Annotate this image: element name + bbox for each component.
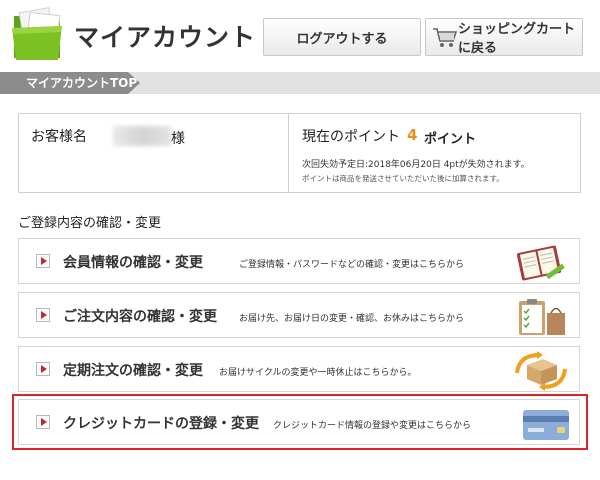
arrow-right-icon	[36, 308, 50, 322]
customer-name-redacted	[113, 126, 171, 146]
order-details-link[interactable]: ご注文内容の確認・変更 お届け先、お届け日の変更・確認、お休みはこちらから	[18, 292, 580, 338]
clipboard-bag-icon	[519, 299, 565, 335]
logout-label: ログアウトする	[296, 31, 388, 47]
member-info-link[interactable]: 会員情報の確認・変更 ご登録情報・パスワードなどの確認・変更はこちらから	[18, 238, 580, 284]
breadcrumb[interactable]: マイアカウントTOP	[0, 72, 140, 94]
account-summary: お客様名 様 現在のポイント 4 ポイント 次回失効予定日:2018年06月20…	[18, 113, 581, 193]
header: マイアカウント ログアウトする ショッピングカートに戻る	[0, 0, 600, 70]
points-unit: ポイント	[424, 132, 477, 147]
menu-item-description: ご登録情報・パスワードなどの確認・変更はこちらから	[239, 260, 465, 270]
points-value: 4	[407, 126, 418, 144]
back-to-cart-label: ショッピングカートに戻る	[458, 22, 576, 56]
arrow-right-icon	[36, 415, 50, 429]
box-cycle-icon	[515, 351, 567, 391]
credit-card-link[interactable]: クレジットカードの登録・変更 クレジットカード情報の登録や変更はこちらから	[18, 399, 580, 445]
menu-item-label: クレジットカードの登録・変更	[63, 416, 259, 432]
menu-item-description: お届け先、お届け日の変更・確認、お休みはこちらから	[239, 314, 465, 324]
customer-panel: お客様名 様	[19, 114, 289, 192]
customer-honorific: 様	[171, 131, 185, 147]
menu-item-description: お届けサイクルの変更や一時休止はこちらから。	[219, 368, 417, 378]
subscription-order-link[interactable]: 定期注文の確認・変更 お届けサイクルの変更や一時休止はこちらから。	[18, 346, 580, 392]
logout-button[interactable]: ログアウトする	[263, 18, 421, 56]
page-title: マイアカウント	[74, 23, 257, 52]
arrow-right-icon	[36, 362, 50, 376]
section-title: ご登録内容の確認・変更	[18, 216, 162, 231]
arrow-right-icon	[36, 254, 50, 268]
notebook-icon	[516, 245, 565, 281]
back-to-cart-button[interactable]: ショッピングカートに戻る	[425, 18, 583, 56]
folder-logo-icon	[12, 7, 62, 60]
shopping-cart-icon	[433, 28, 458, 47]
points-expiry-text: 次回失効予定日:2018年06月20日 4ptが失効されます。	[302, 160, 530, 170]
points-label: 現在のポイント	[302, 129, 400, 145]
customer-name-label: お客様名	[31, 129, 87, 145]
menu-item-label: 定期注文の確認・変更	[63, 363, 203, 379]
menu-item-label: 会員情報の確認・変更	[63, 255, 203, 271]
menu-item-label: ご注文内容の確認・変更	[63, 309, 217, 325]
menu-item-description: クレジットカード情報の登録や変更はこちらから	[273, 421, 472, 431]
credit-card-icon	[523, 410, 569, 440]
points-note: ポイントは商品を発送させていただいた後に加算されます。	[302, 174, 504, 183]
